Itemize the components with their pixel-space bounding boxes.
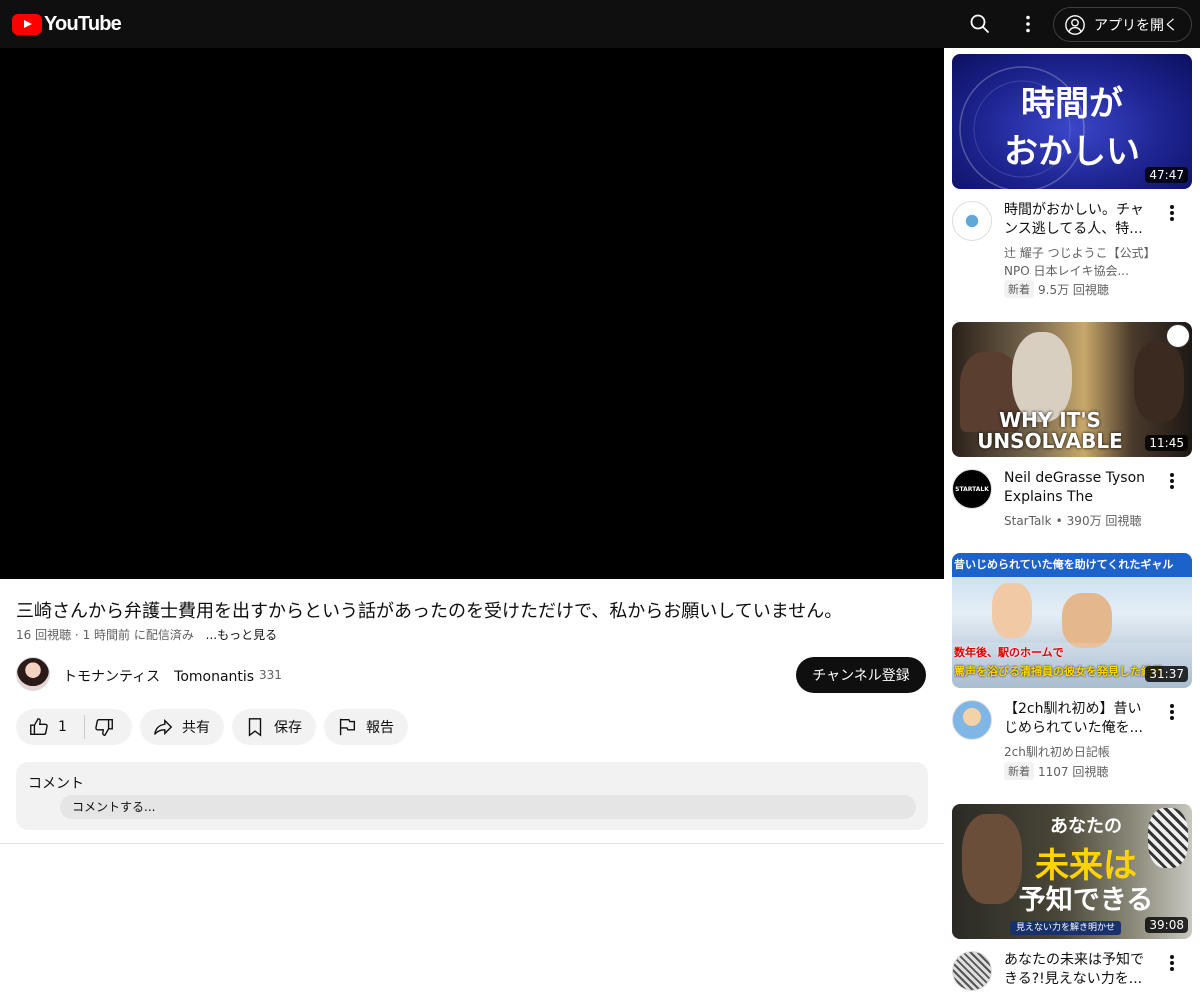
youtube-logo[interactable]: YouTube <box>12 12 122 36</box>
duration-badge: 47:47 <box>1145 167 1188 183</box>
video-player[interactable] <box>0 48 944 579</box>
view-count: 1107 回視聴 <box>1038 764 1109 779</box>
view-count: 390万 回視聴 <box>1066 514 1142 528</box>
thumbnail-text: 見えない力を解き明かせ <box>1010 921 1122 935</box>
face-icon <box>1166 324 1190 348</box>
more-vert-icon[interactable] <box>1164 953 1180 973</box>
video-title[interactable]: Neil deGrasse Tyson Explains The Three-.… <box>1004 469 1154 507</box>
save-label: 保存 <box>274 720 302 736</box>
video-thumbnail[interactable]: あなたの 未来は 予知できる 見えない力を解き明かせ 39:08 <box>952 804 1192 939</box>
new-badge: 新着 <box>1004 280 1034 298</box>
recommended-video[interactable]: 時間が おかしい 47:47 時間がおかしい。チャンス逃してる人、特... 辻 … <box>952 54 1192 304</box>
more-vert-icon[interactable] <box>1164 203 1180 223</box>
search-icon[interactable] <box>968 12 992 36</box>
video-title[interactable]: 時間がおかしい。チャンス逃してる人、特... <box>1004 201 1154 239</box>
top-bar: YouTube アプリを開く <box>0 0 1200 48</box>
video-thumbnail[interactable]: 昔いじめられていた俺を助けてくれたギャル 数年後、駅のホームで 罵声を浴びる清掃… <box>952 553 1192 688</box>
divider <box>0 843 944 844</box>
video-title[interactable]: あなたの未来は予知できる?!見えない力を... <box>1004 951 1154 989</box>
report-button[interactable]: 報告 <box>324 709 408 745</box>
open-app-button[interactable]: アプリを開く <box>1053 7 1192 42</box>
account-icon <box>1065 14 1085 35</box>
flag-icon <box>339 718 356 736</box>
video-thumbnail[interactable]: 時間が おかしい 47:47 <box>952 54 1192 189</box>
video-thumbnail[interactable]: WHY IT'S UNSOLVABLE 11:45 <box>952 322 1192 457</box>
thumbnail-text: 昔いじめられていた俺を助けてくれたギャル <box>952 553 1192 577</box>
video-title: 三崎さんから弁護士費用を出すからという話があったのを受けただけで、私からお願いし… <box>16 601 843 622</box>
thumbnail-text: 予知できる <box>1018 885 1154 916</box>
person-graphic <box>992 583 1032 638</box>
share-label: 共有 <box>182 720 210 736</box>
save-button[interactable]: 保存 <box>232 709 316 745</box>
person-graphic <box>1062 593 1112 648</box>
more-link[interactable]: ...もっと見る <box>206 628 277 642</box>
thumbnail-text: あなたの <box>1050 816 1122 837</box>
duration-badge: 11:45 <box>1145 435 1188 451</box>
video-title[interactable]: 【2ch馴れ初め】昔いじめられていた俺を... <box>1004 700 1154 738</box>
video-stats: 新着 9.5万 回視聴 <box>1004 280 1109 298</box>
share-icon <box>154 718 173 736</box>
report-label: 報告 <box>366 720 394 736</box>
channel-avatar[interactable]: STARTALK <box>952 469 992 509</box>
new-badge: 新着 <box>1004 762 1034 780</box>
channel-name[interactable]: StarTalk <box>1004 514 1052 528</box>
video-meta: 16 回視聴 · 1 時間前 に配信済み ...もっと見る <box>16 628 278 642</box>
channel-name[interactable]: 辻 耀子 つじようこ【公式】NPO 日本レイキ協会... <box>1004 244 1164 280</box>
like-button[interactable]: 1 <box>16 709 84 745</box>
channel-avatar[interactable] <box>16 657 50 691</box>
logo-text: YouTube <box>44 12 122 35</box>
thumbnail-text: 数年後、駅のホームで <box>954 646 1064 659</box>
avatar-text: STARTALK <box>955 485 989 493</box>
dislike-button[interactable] <box>85 709 131 745</box>
recommended-video[interactable]: WHY IT'S UNSOLVABLE 11:45 STARTALK Neil … <box>952 322 1192 542</box>
view-count: 16 回視聴 <box>16 628 72 642</box>
open-app-label: アプリを開く <box>1094 17 1178 34</box>
comments-panel[interactable]: コメント コメントする... <box>16 762 928 830</box>
share-button[interactable]: 共有 <box>140 709 224 745</box>
duration-badge: 39:08 <box>1145 917 1188 933</box>
thumbnail-text: UNSOLVABLE <box>977 429 1123 453</box>
channel-name[interactable]: トモナンティス Tomonantis <box>63 666 254 686</box>
publish-time: 1 時間前 に配信済み <box>82 628 194 642</box>
channel-avatar[interactable] <box>952 700 992 740</box>
channel-row: トモナンティス Tomonantis 331 チャンネル登録 <box>16 657 928 693</box>
video-stats: 新着 1107 回視聴 <box>1004 762 1108 780</box>
channel-name[interactable]: 2ch馴れ初め日記帳 <box>1004 743 1164 761</box>
video-stats: StarTalk • 390万 回視聴 <box>1004 513 1142 529</box>
more-vert-icon[interactable] <box>1164 702 1180 722</box>
youtube-play-icon <box>12 13 42 35</box>
subscribe-button[interactable]: チャンネル登録 <box>796 657 926 693</box>
thumbs-up-icon <box>30 718 48 736</box>
comment-input[interactable]: コメントする... <box>60 795 916 819</box>
recommended-video[interactable]: あなたの 未来は 予知できる 見えない力を解き明かせ 39:08 あなたの未来は… <box>952 804 1192 1000</box>
thumbnail-text: 時間が <box>1021 84 1123 124</box>
like-count: 1 <box>58 719 67 735</box>
channel-avatar[interactable] <box>952 201 992 241</box>
like-dislike-group: 1 <box>16 709 132 745</box>
channel-avatar[interactable] <box>952 951 992 991</box>
comments-heading: コメント <box>28 776 84 792</box>
thumbnail-text: おかしい <box>1004 132 1140 172</box>
more-vert-icon[interactable] <box>1164 471 1180 491</box>
view-count: 9.5万 回視聴 <box>1038 282 1109 297</box>
duration-badge: 31:37 <box>1145 666 1188 682</box>
thumbs-down-icon <box>95 718 113 736</box>
more-vert-icon[interactable] <box>1016 12 1040 36</box>
subscriber-count: 331 <box>259 668 282 682</box>
recommended-video[interactable]: 昔いじめられていた俺を助けてくれたギャル 数年後、駅のホームで 罵声を浴びる清掃… <box>952 553 1192 785</box>
bookmark-icon <box>248 718 262 737</box>
